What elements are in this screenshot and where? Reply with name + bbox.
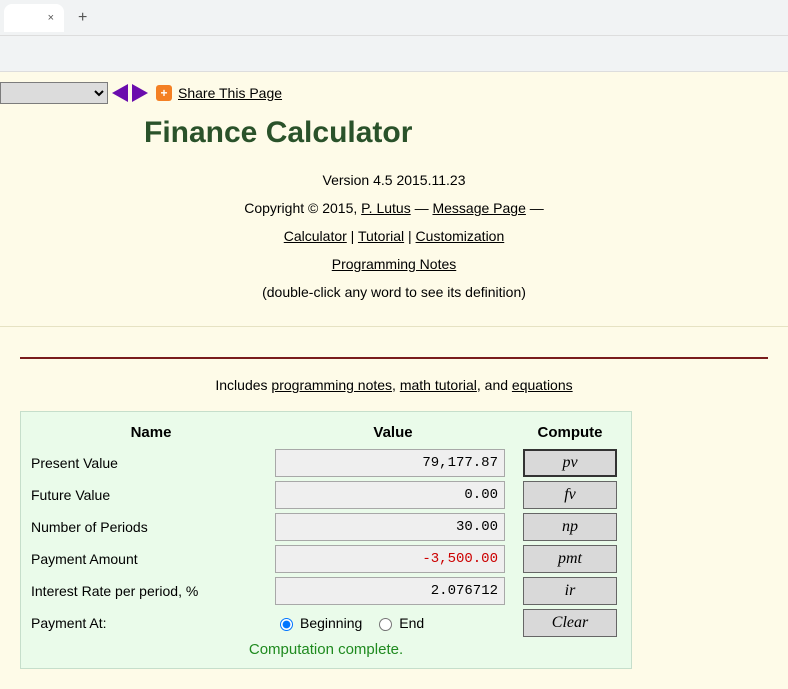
pmt-button[interactable]: pmt	[523, 545, 617, 573]
fv-input[interactable]	[275, 481, 505, 509]
row-label: Interest Rate per period, %	[31, 579, 271, 603]
dash: —	[526, 200, 544, 216]
ir-button[interactable]: ir	[523, 577, 617, 605]
section-links: Calculator | Tutorial | Customization Pr…	[0, 222, 788, 278]
page-header: + Share This Page Finance Calculator Ver…	[0, 72, 788, 326]
calculator-link[interactable]: Calculator	[284, 228, 347, 244]
divider	[20, 357, 768, 359]
header-info: Version 4.5 2015.11.23 Copyright © 2015,…	[0, 166, 788, 306]
calculator-section: Includes programming notes, math tutoria…	[0, 326, 788, 689]
author-link[interactable]: P. Lutus	[361, 200, 411, 216]
np-button[interactable]: np	[523, 513, 617, 541]
share-icon[interactable]: +	[156, 85, 172, 101]
page-title: Finance Calculator	[144, 116, 788, 150]
row-label: Future Value	[31, 483, 271, 507]
pv-input[interactable]	[275, 449, 505, 477]
includes-line: Includes programming notes, math tutoria…	[20, 377, 768, 393]
col-head-value: Value	[275, 420, 511, 445]
pv-button[interactable]: pv	[523, 449, 617, 477]
row-label: Present Value	[31, 451, 271, 475]
status-text: Computation complete.	[31, 641, 621, 658]
tutorial-link[interactable]: Tutorial	[358, 228, 404, 244]
new-tab-button[interactable]: +	[72, 9, 93, 27]
nav-next-icon[interactable]	[132, 84, 148, 102]
copyright-prefix: Copyright © 2015,	[244, 200, 361, 216]
row-label: Payment Amount	[31, 547, 271, 571]
payment-at-label: Payment At:	[31, 611, 271, 635]
incl-equations-link[interactable]: equations	[512, 377, 573, 393]
clear-button[interactable]: Clear	[523, 609, 617, 637]
payment-end-radio[interactable]	[379, 618, 392, 631]
nav-select[interactable]	[0, 82, 108, 104]
close-icon[interactable]: ×	[48, 12, 54, 24]
incl-mathtut-link[interactable]: math tutorial	[400, 377, 477, 393]
payment-end-label: End	[399, 615, 424, 631]
row-label: Number of Periods	[31, 515, 271, 539]
payment-beginning-radio[interactable]	[280, 618, 293, 631]
programming-notes-link[interactable]: Programming Notes	[332, 256, 457, 272]
payment-beginning-label: Beginning	[300, 615, 362, 631]
hint-text: (double-click any word to see its defini…	[0, 278, 788, 306]
share-link[interactable]: Share This Page	[178, 85, 282, 101]
nav-prev-icon[interactable]	[112, 84, 128, 102]
browser-toolbar	[0, 36, 788, 72]
fv-button[interactable]: fv	[523, 481, 617, 509]
dash: —	[411, 200, 433, 216]
col-head-name: Name	[31, 420, 271, 445]
customization-link[interactable]: Customization	[416, 228, 505, 244]
np-input[interactable]	[275, 513, 505, 541]
pmt-input[interactable]	[275, 545, 505, 573]
version-text: Version 4.5 2015.11.23	[0, 166, 788, 194]
col-head-compute: Compute	[515, 420, 625, 445]
payment-at-options: Beginning End	[275, 615, 511, 631]
calculator-panel: Name Value Compute Present Value pv Future…	[20, 411, 632, 669]
browser-tab[interactable]: ×	[4, 4, 64, 32]
browser-tab-strip: × +	[0, 0, 788, 36]
message-page-link[interactable]: Message Page	[432, 200, 525, 216]
nav-row: + Share This Page	[0, 82, 788, 110]
copyright-line: Copyright © 2015, P. Lutus — Message Pag…	[0, 194, 788, 222]
incl-prognotes-link[interactable]: programming notes	[271, 377, 392, 393]
ir-input[interactable]	[275, 577, 505, 605]
